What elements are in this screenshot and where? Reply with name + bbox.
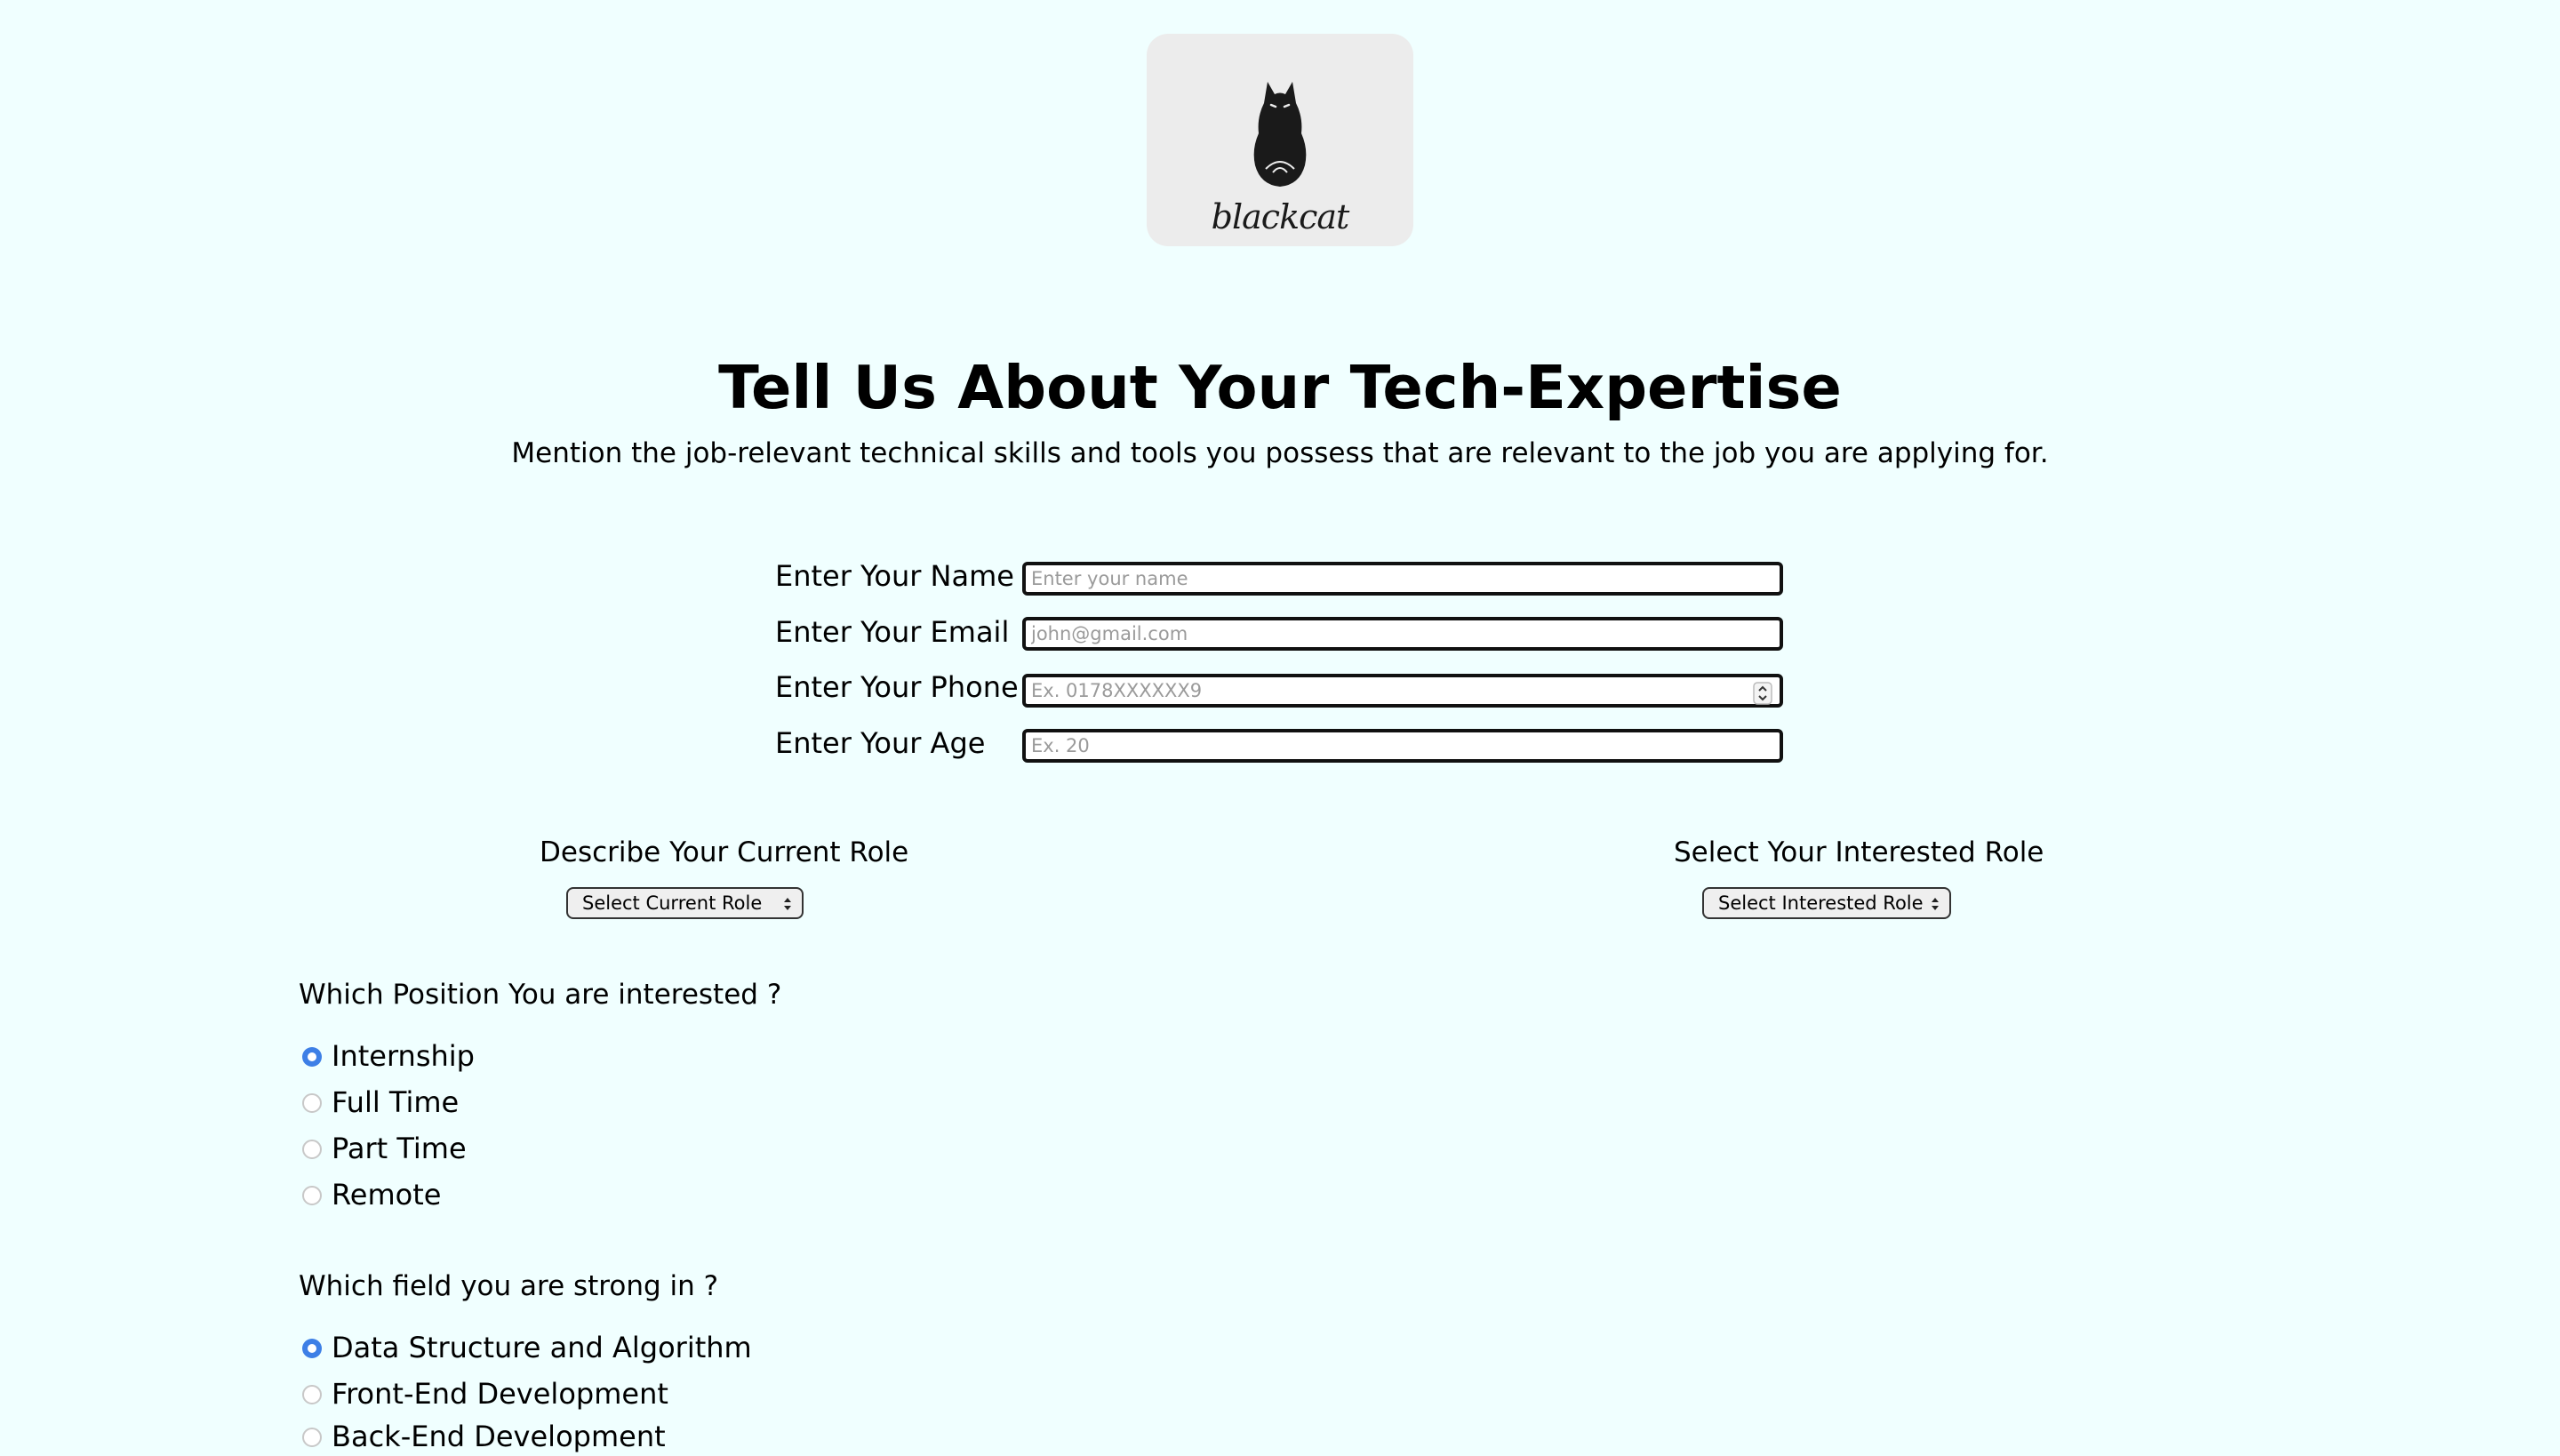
position-radio[interactable] xyxy=(302,1093,322,1113)
age-label: Enter Your Age xyxy=(775,726,986,760)
current-role-value: Select Current Role xyxy=(582,892,763,914)
logo-text: blackcat xyxy=(1211,197,1350,236)
email-input[interactable] xyxy=(1022,617,1783,651)
page-title: Tell Us About Your Tech-Expertise xyxy=(718,353,1842,422)
field-option-label: Front-End Development xyxy=(332,1377,668,1411)
select-arrows-icon xyxy=(784,898,791,910)
logo: blackcat xyxy=(1147,34,1413,246)
field-radio[interactable] xyxy=(302,1385,322,1404)
field-radio[interactable] xyxy=(302,1339,322,1358)
email-label: Enter Your Email xyxy=(775,615,1010,649)
field-radio[interactable] xyxy=(302,1428,322,1447)
phone-stepper[interactable] xyxy=(1753,682,1772,705)
cat-icon xyxy=(1253,82,1307,187)
position-radio[interactable] xyxy=(302,1186,322,1205)
current-role-label: Describe Your Current Role xyxy=(540,836,909,868)
page-subtitle: Mention the job-relevant technical skill… xyxy=(511,437,2049,469)
field-option-label: Data Structure and Algorithm xyxy=(332,1331,752,1364)
phone-label: Enter Your Phone xyxy=(775,670,1019,704)
position-question: Which Position You are interested ? xyxy=(299,979,782,1011)
select-arrows-icon xyxy=(1932,898,1939,910)
position-radio[interactable] xyxy=(302,1047,322,1067)
field-option-label: Back-End Development xyxy=(332,1420,666,1453)
position-option-label: Remote xyxy=(332,1178,442,1212)
position-radio[interactable] xyxy=(302,1140,322,1159)
age-input[interactable] xyxy=(1022,729,1783,763)
interested-role-value: Select Interested Role xyxy=(1718,892,1924,914)
name-label: Enter Your Name xyxy=(775,559,1014,593)
interested-role-select[interactable]: Select Interested Role xyxy=(1702,887,1951,919)
position-option-label: Internship xyxy=(332,1039,475,1073)
phone-input[interactable] xyxy=(1022,674,1783,708)
current-role-select[interactable]: Select Current Role xyxy=(566,887,804,919)
position-option-label: Part Time xyxy=(332,1132,467,1165)
position-option-label: Full Time xyxy=(332,1085,460,1119)
field-question: Which field you are strong in ? xyxy=(299,1270,719,1302)
interested-role-label: Select Your Interested Role xyxy=(1674,836,2044,868)
name-input[interactable] xyxy=(1022,562,1783,596)
